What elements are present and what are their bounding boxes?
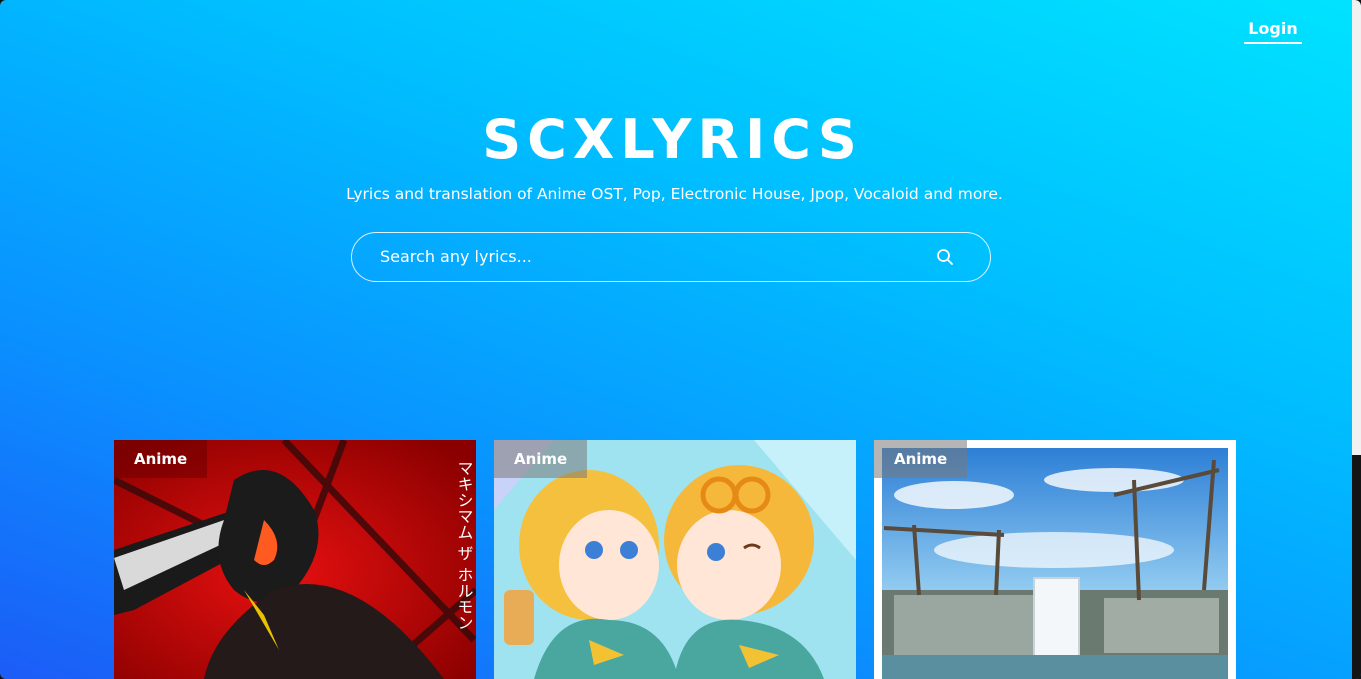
scrollbar-thumb[interactable] bbox=[1352, 0, 1361, 455]
site-title: SCXLYRICS bbox=[482, 108, 863, 171]
category-badge: Anime bbox=[874, 440, 968, 478]
search-icon[interactable] bbox=[936, 248, 954, 266]
category-badge: Anime bbox=[494, 440, 588, 478]
search-input[interactable] bbox=[380, 233, 940, 280]
site-tagline: Lyrics and translation of Anime OST, Pop… bbox=[346, 185, 1003, 203]
cover-lettering: マキシマム ザ ホルモン bbox=[455, 460, 474, 630]
song-card[interactable]: マキシマム ザ ホルモン Anime bbox=[114, 440, 476, 679]
song-card[interactable]: Anime bbox=[874, 440, 1236, 679]
song-card[interactable]: Anime bbox=[494, 440, 856, 679]
category-badge: Anime bbox=[114, 440, 208, 478]
page-background: Login SCXLYRICS Lyrics and translation o… bbox=[0, 0, 1361, 679]
login-link[interactable]: Login bbox=[1244, 18, 1302, 44]
search-bar bbox=[351, 232, 991, 282]
